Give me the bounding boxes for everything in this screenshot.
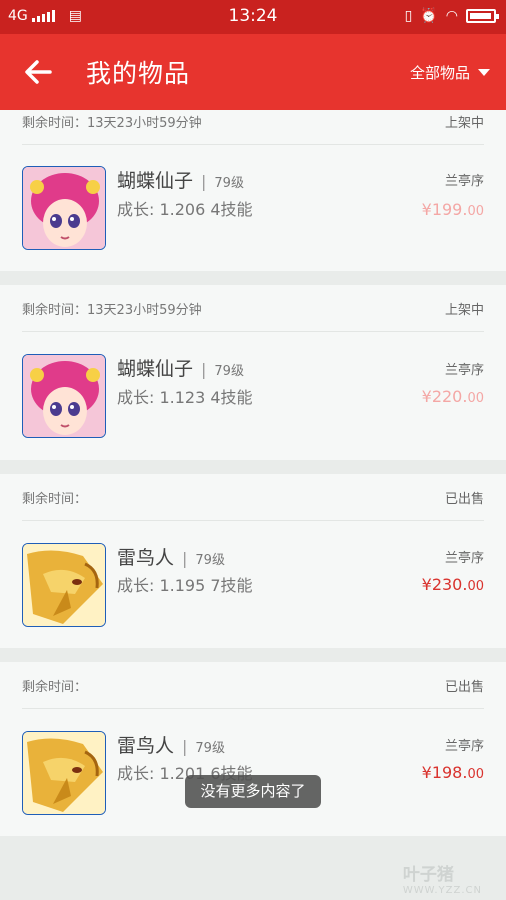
card-meta: 剩余时间： 已出售 [22, 474, 484, 521]
server-name: 兰亭序 [444, 363, 484, 378]
caret-down-icon [478, 69, 490, 76]
thunderbird-man-avatar [23, 544, 105, 626]
pet-avatar [22, 166, 106, 250]
price: ¥199.00 [421, 200, 484, 219]
pet-name: 雷鸟人 [117, 735, 175, 757]
divider: | [201, 172, 207, 191]
pet-name-line: 蝴蝶仙子 | 79级 [117, 166, 244, 193]
item-card[interactable]: 剩余时间： 已出售 雷鸟人 | 79级 成长: 1.195 7技能 兰亭序 ¥230… [0, 474, 506, 648]
pet-name: 蝴蝶仙子 [117, 358, 194, 380]
pet-avatar [22, 543, 106, 627]
pet-level: 79级 [214, 176, 244, 191]
pet-name-line: 蝴蝶仙子 | 79级 [117, 354, 244, 381]
status-label: 上架中 [444, 303, 484, 318]
pet-name-line: 雷鸟人 | 79级 [117, 731, 225, 758]
pet-growth: 成长: 1.206 4技能 [117, 200, 253, 219]
battery-icon [466, 9, 499, 23]
item-card[interactable]: 剩余时间：13天23小时59分钟 上架中 蝴蝶仙子 | 79级 成长: 1.123 … [0, 285, 506, 460]
vibrate-icon: ▯ [404, 8, 413, 24]
alarm-icon: ⏰ [420, 8, 438, 24]
pet-level: 79级 [195, 741, 225, 756]
server-name: 兰亭序 [444, 739, 484, 754]
arrow-left-icon [25, 60, 52, 84]
pet-name: 雷鸟人 [117, 547, 175, 569]
back-button[interactable] [20, 54, 58, 90]
pet-name-line: 雷鸟人 | 79级 [117, 543, 225, 570]
pet-growth: 成长: 1.195 7技能 [117, 576, 253, 595]
toast-message: 没有更多内容了 [185, 775, 321, 808]
divider: | [182, 737, 188, 756]
item-card[interactable]: 剩余时间： 已出售 雷鸟人 | 79级 成长: 1.201 6技能 兰亭序 ¥198… [0, 662, 506, 836]
pet-name: 蝴蝶仙子 [117, 170, 194, 192]
price: ¥230.00 [421, 575, 484, 594]
divider: | [182, 549, 188, 568]
remaining-time: 剩余时间：13天23小时59分钟 [22, 116, 202, 131]
status-label: 上架中 [444, 116, 484, 131]
remaining-time: 剩余时间：13天23小时59分钟 [22, 303, 202, 318]
server-name: 兰亭序 [444, 174, 484, 189]
status-label: 已出售 [444, 680, 484, 695]
page-title: 我的物品 [86, 59, 191, 88]
status-label: 已出售 [444, 492, 484, 507]
status-bar: 4G ▤ 13:24 ▯ ⏰ ◠ [0, 0, 506, 34]
card-meta: 剩余时间：13天23小时59分钟 上架中 [22, 98, 484, 145]
item-card[interactable]: 剩余时间：13天23小时59分钟 上架中 蝴蝶仙子 | 79级 成长: 1.206 … [0, 110, 506, 271]
butterfly-fairy-avatar [23, 167, 105, 249]
filter-dropdown[interactable]: 全部物品 [410, 62, 490, 83]
price: ¥220.00 [421, 387, 484, 406]
card-meta: 剩余时间：13天23小时59分钟 上架中 [22, 285, 484, 332]
butterfly-fairy-avatar [23, 355, 105, 437]
thunderbird-man-avatar [23, 732, 105, 814]
pet-avatar [22, 731, 106, 815]
wifi-icon: ◠ [445, 8, 458, 24]
remaining-time: 剩余时间： [22, 680, 88, 695]
pet-avatar [22, 354, 106, 438]
remaining-time: 剩余时间： [22, 492, 88, 507]
price: ¥198.00 [421, 763, 484, 782]
status-icons: ▯ ⏰ ◠ [404, 8, 499, 24]
pet-growth: 成长: 1.123 4技能 [117, 388, 253, 407]
pet-level: 79级 [214, 364, 244, 379]
pet-level: 79级 [195, 553, 225, 568]
card-meta: 剩余时间： 已出售 [22, 662, 484, 709]
filter-label: 全部物品 [409, 64, 470, 82]
watermark: 叶子猪 WWW.YZZ.CN [402, 865, 482, 896]
server-name: 兰亭序 [444, 551, 484, 566]
divider: | [201, 360, 207, 379]
